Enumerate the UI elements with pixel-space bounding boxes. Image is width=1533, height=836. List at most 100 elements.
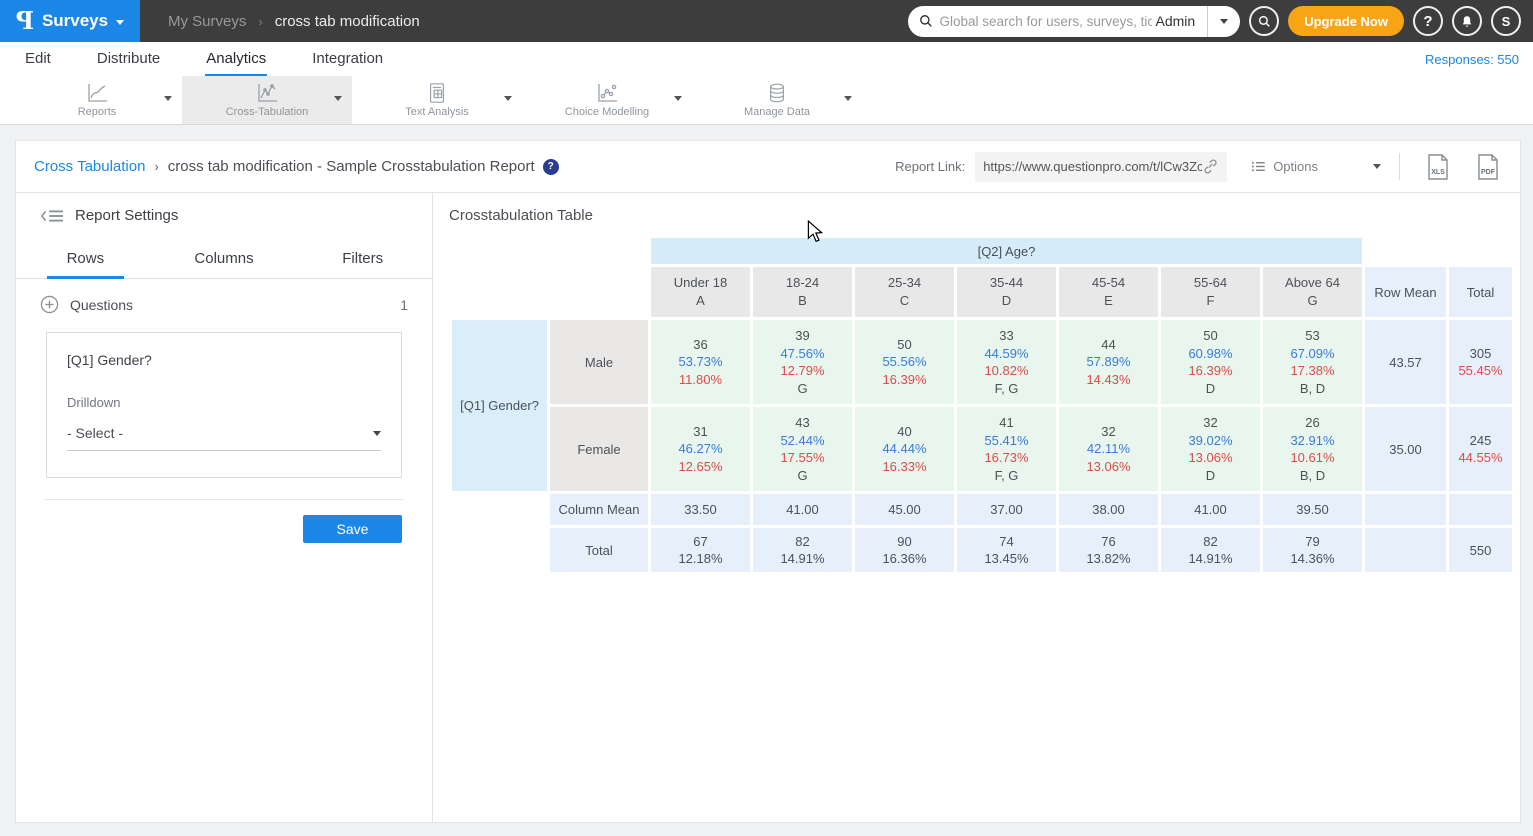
nav-item-integration[interactable]: Integration [311,44,384,76]
chevron-down-icon [1373,164,1381,169]
add-question-icon[interactable] [40,295,59,314]
export-xls-button[interactable]: XLS [1426,153,1450,181]
total-row-label: Total [550,528,648,572]
file-icon [1476,153,1500,181]
account-avatar[interactable]: S [1491,6,1521,36]
toolbar-text-analysis[interactable]: Text Analysis [352,76,522,124]
tab-columns[interactable]: Columns [155,242,294,278]
column-header: 25-34C [855,267,954,317]
total-cell: 7613.82% [1059,528,1158,572]
document-table-icon [426,82,448,104]
report-help-icon[interactable]: ? [543,159,559,175]
toolbar-choice-modelling[interactable]: Choice Modelling [522,76,692,124]
report-link-field [975,152,1227,182]
chevron-down-icon[interactable] [844,96,852,101]
empty-cell [452,528,547,572]
chevron-down-icon[interactable] [334,96,342,101]
report-header: Cross Tabulation › cross tab modificatio… [16,141,1520,193]
bell-icon [1460,14,1474,29]
chevron-down-icon[interactable] [674,96,682,101]
settings-tabs: Rows Columns Filters [16,242,432,279]
cross-tabulation-link[interactable]: Cross Tabulation [34,158,145,175]
empty-cell [1365,494,1446,525]
tab-filters[interactable]: Filters [293,242,432,278]
total-header: Total [1449,267,1512,317]
export-pdf-button[interactable]: PDF [1476,153,1500,181]
search-submit-button[interactable] [1249,6,1279,36]
chevron-down-icon[interactable] [504,96,512,101]
row-mean-header: Row Mean [1365,267,1446,317]
total-cell: 8214.91% [1161,528,1260,572]
settings-header: Report Settings [16,207,432,224]
upgrade-now-button[interactable]: Upgrade Now [1288,6,1404,36]
report-link-label: Report Link: [895,159,965,174]
search-scope-label[interactable]: Admin [1152,13,1208,29]
toolbar-reports[interactable]: Reports [12,76,182,124]
search-icon [919,14,933,28]
crosstab-cell: 2632.91%10.61%B, D [1263,407,1362,491]
drilldown-value: - Select - [67,425,123,441]
list-icon [1251,160,1266,173]
column-mean-cell: 39.50 [1263,494,1362,525]
scatter-chart-icon [595,82,619,104]
column-mean-label: Column Mean [550,494,648,525]
crosstab-cell: 4457.89%14.43% [1059,320,1158,404]
drilldown-select[interactable]: - Select - [67,425,381,451]
report-header-actions: Report Link: Options XLS PDF [895,152,1508,182]
notifications-button[interactable] [1452,6,1482,36]
report-link-input[interactable] [983,159,1202,174]
nav-item-analytics[interactable]: Analytics [205,44,267,76]
row-total-cell: 24544.55% [1449,407,1512,491]
link-icon[interactable] [1202,158,1219,175]
column-header: 35-44D [957,267,1056,317]
column-mean-cell: 33.50 [651,494,750,525]
crosstab-cell: 3242.11%13.06% [1059,407,1158,491]
crosstab-cell: 5060.98%16.39%D [1161,320,1260,404]
global-search: Admin [908,6,1241,37]
crosstab-cell: 4044.44%16.33% [855,407,954,491]
row-mean-cell: 35.00 [1365,407,1446,491]
crosstab-table: [Q2] Age? Under 18A 18-24B 25-34C 35-44D… [449,235,1515,575]
options-dropdown[interactable]: Options [1251,159,1381,174]
crosstab-cell: 3947.56%12.79%G [753,320,852,404]
breadcrumb-separator: › [258,14,262,29]
breadcrumb-my-surveys[interactable]: My Surveys [168,13,246,30]
database-icon [766,82,788,104]
nav-item-edit[interactable]: Edit [24,44,52,76]
search-scope-dropdown[interactable] [1207,6,1240,37]
divider [1399,153,1400,180]
responses-count[interactable]: Responses: 550 [1425,52,1519,76]
questionpro-logo-icon: P [16,9,34,33]
grand-total-cell: 550 [1449,528,1512,572]
row-label: Male [550,320,648,404]
product-switcher[interactable]: P Surveys [0,0,140,42]
question-card: [Q1] Gender? Drilldown - Select - [46,332,402,478]
empty-cell [452,494,547,525]
report-title: cross tab modification - Sample Crosstab… [168,158,535,175]
crosstab-cell: 3146.27%12.65% [651,407,750,491]
total-cell: 8214.91% [753,528,852,572]
empty-cell [1449,494,1512,525]
file-icon [1426,153,1450,181]
save-button[interactable]: Save [303,515,402,543]
toolbar-manage-data[interactable]: Manage Data [692,76,862,124]
chevron-down-icon[interactable] [164,96,172,101]
help-button[interactable]: ? [1413,6,1443,36]
report-card: Cross Tabulation › cross tab modificatio… [15,140,1521,823]
topbar: P Surveys My Surveys › cross tab modific… [0,0,1533,42]
settings-title: Report Settings [75,207,178,224]
table-title: Crosstabulation Table [449,207,1520,224]
collapse-panel-icon[interactable] [40,208,64,224]
global-search-input[interactable] [940,14,1152,29]
search-icon [1258,15,1271,28]
column-header: Above 64G [1263,267,1362,317]
tab-rows[interactable]: Rows [16,242,155,278]
nav-item-distribute[interactable]: Distribute [96,44,161,76]
toolbar-cross-tabulation[interactable]: Cross-Tabulation [182,76,352,124]
row-total-cell: 30555.45% [1449,320,1512,404]
row-question-cell: [Q1] Gender? [452,320,547,491]
questions-row: Questions 1 [16,279,432,328]
total-cell: 7914.36% [1263,528,1362,572]
column-mean-cell: 41.00 [1161,494,1260,525]
questions-label: Questions [70,297,133,313]
